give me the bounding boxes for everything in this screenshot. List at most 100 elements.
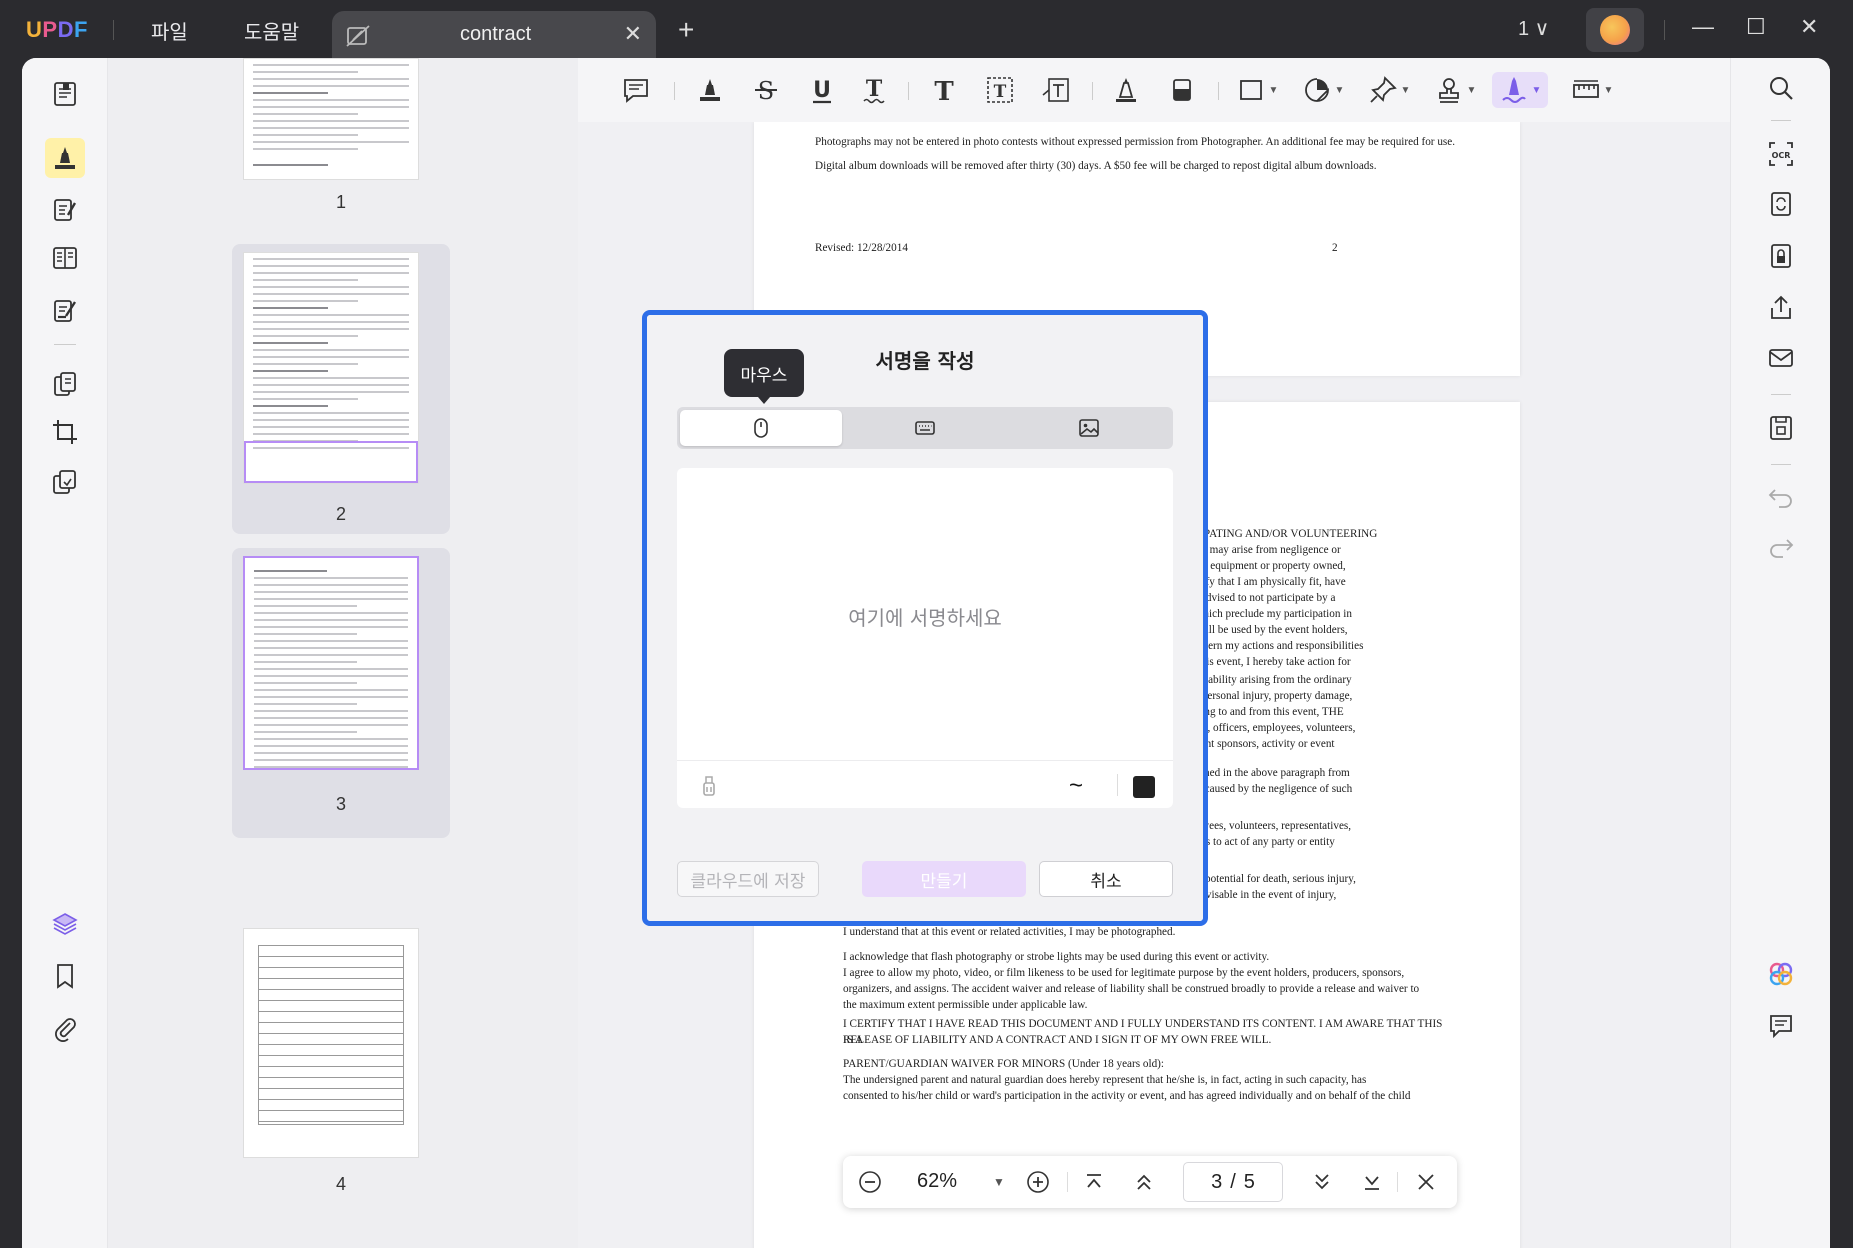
comments-icon [1770, 1015, 1792, 1039]
close-navigation-bar-button[interactable] [1411, 1168, 1441, 1196]
page-text: PARENT/GUARDIAN WAIVER FOR MINORS (Under… [843, 1058, 1165, 1070]
updf-logo[interactable]: UPDF [26, 17, 88, 43]
chevron-down-icon: ▼ [1466, 84, 1477, 96]
layers-button[interactable] [45, 904, 85, 944]
protect-button[interactable] [1765, 240, 1797, 272]
document-tab[interactable]: contract ✕ [332, 11, 656, 60]
ink-color-swatch[interactable] [1133, 776, 1155, 798]
zoom-out-button[interactable] [855, 1168, 885, 1196]
organize-pages-button[interactable] [45, 364, 85, 404]
zoom-in-button[interactable] [1023, 1168, 1053, 1196]
crop-pages-button[interactable] [45, 412, 85, 452]
text-callout-tool[interactable] [1038, 72, 1074, 108]
chevron-double-up-icon [1137, 1174, 1151, 1190]
strikethrough-tool[interactable]: S [748, 72, 784, 108]
bookmarks-button[interactable] [45, 956, 85, 996]
menu-help[interactable]: 도움말 [244, 16, 299, 45]
page-text: The undersigned parent and natural guard… [843, 1074, 1367, 1086]
sticky-note-tool[interactable] [618, 72, 654, 108]
undo-icon [1768, 489, 1792, 508]
maximize-button[interactable]: ☐ [1746, 14, 1766, 40]
fill-sign-button[interactable] [45, 290, 85, 330]
tab-image[interactable] [1008, 410, 1170, 446]
zoom-navigation-bar: 62% ▼ 3 / 5 [843, 1156, 1457, 1208]
save-to-cloud-button[interactable]: 클라우드에 저장 [677, 861, 819, 897]
signature-input-tabs [677, 407, 1173, 449]
logo-letter-p: P [42, 17, 58, 42]
convert-button[interactable] [1765, 188, 1797, 220]
toolbar-separator [1117, 774, 1118, 796]
stamp-tool[interactable]: ▼ [1432, 72, 1478, 108]
thumbnail-image [243, 58, 419, 180]
last-page-button[interactable] [1357, 1168, 1387, 1196]
page-number-field[interactable]: 3 / 5 [1183, 1162, 1283, 1202]
previous-page-button[interactable] [1129, 1168, 1159, 1196]
comments-panel-button[interactable] [1765, 1010, 1797, 1042]
reader-mode-button[interactable] [45, 74, 85, 114]
menu-file[interactable]: 파일 [151, 16, 188, 45]
lock-file-icon [1771, 244, 1791, 268]
cancel-button[interactable]: 취소 [1039, 861, 1173, 897]
thumbnail-page-2[interactable]: 2 [232, 244, 450, 534]
undo-button[interactable] [1765, 482, 1797, 514]
toolbar-separator [1092, 82, 1093, 100]
toolbar-separator [674, 82, 675, 100]
pin-tool[interactable]: ▼ [1366, 72, 1412, 108]
squiggly-tool[interactable]: T [856, 72, 892, 108]
eraser-tool[interactable] [1164, 72, 1200, 108]
thumbnail-page-1[interactable]: 1 [232, 58, 450, 212]
attachments-button[interactable] [45, 1008, 85, 1048]
comment-mode-button[interactable] [45, 138, 85, 178]
search-button[interactable] [1765, 72, 1797, 104]
zoom-dropdown-icon[interactable]: ▼ [993, 1175, 1005, 1189]
tab-mouse[interactable] [680, 410, 842, 446]
text-box-icon: T [987, 77, 1013, 103]
first-page-button[interactable] [1079, 1168, 1109, 1196]
mouse-icon [754, 418, 768, 438]
highlight-tool[interactable] [692, 72, 728, 108]
share-button[interactable] [1765, 292, 1797, 324]
thumbnail-panel: 1 2 3 4 [108, 58, 578, 1248]
zoom-level[interactable]: 62% [917, 1170, 957, 1193]
close-tab-icon[interactable]: ✕ [624, 21, 642, 47]
redo-button[interactable] [1765, 532, 1797, 564]
next-page-button[interactable] [1307, 1168, 1337, 1196]
thumbnail-number: 3 [335, 794, 346, 814]
canvas-divider [677, 760, 1173, 761]
ai-assistant-button[interactable] [1765, 958, 1797, 990]
form-mode-button[interactable] [45, 238, 85, 278]
thumbnail-page-3[interactable]: 3 [232, 548, 450, 838]
thumbnail-image [243, 928, 419, 1158]
edit-mode-button[interactable] [45, 190, 85, 230]
toolbar-separator [1067, 1172, 1068, 1192]
text-box-tool[interactable]: T [982, 72, 1018, 108]
measure-tool[interactable]: ▼ [1568, 72, 1616, 108]
avatar-image [1600, 15, 1630, 45]
close-window-button[interactable]: ✕ [1800, 14, 1818, 40]
signature-tool[interactable]: ▼ [1492, 72, 1548, 108]
shape-tool[interactable]: ▼ [1234, 72, 1280, 108]
signature-drawing-area[interactable]: 여기에 서명하세요 ~ [677, 468, 1173, 808]
underline-tool[interactable]: U [804, 72, 840, 108]
clear-eraser-icon[interactable] [697, 773, 721, 797]
minimize-button[interactable]: — [1692, 14, 1714, 40]
svg-text:U: U [813, 78, 831, 103]
create-signature-button[interactable]: 만들기 [862, 861, 1026, 897]
logo-letter-f: F [73, 17, 88, 42]
thumbnail-page-4[interactable]: 4 [232, 928, 450, 1238]
page-text: organizers, and assigns. The accident wa… [843, 983, 1420, 995]
save-button[interactable] [1765, 412, 1797, 444]
user-avatar-button[interactable] [1586, 8, 1644, 52]
ocr-button[interactable]: OCR [1765, 138, 1797, 170]
pencil-tool[interactable] [1108, 72, 1144, 108]
text-tool[interactable]: T [926, 72, 962, 108]
email-button[interactable] [1765, 342, 1797, 374]
new-tab-button[interactable]: + [678, 14, 694, 46]
zoom-in-icon [1027, 1171, 1049, 1193]
page-selector[interactable]: 1 ∨ [1518, 16, 1549, 41]
sticker-tool[interactable]: ▼ [1300, 72, 1346, 108]
annotation-toolbar: S U T T T ▼ ▼ ▼ ▼ ▼ ▼ [578, 58, 1730, 122]
stroke-width-selector[interactable]: ~ [1069, 772, 1083, 800]
tab-keyboard[interactable] [844, 410, 1006, 446]
page-tools-button[interactable] [45, 462, 85, 502]
